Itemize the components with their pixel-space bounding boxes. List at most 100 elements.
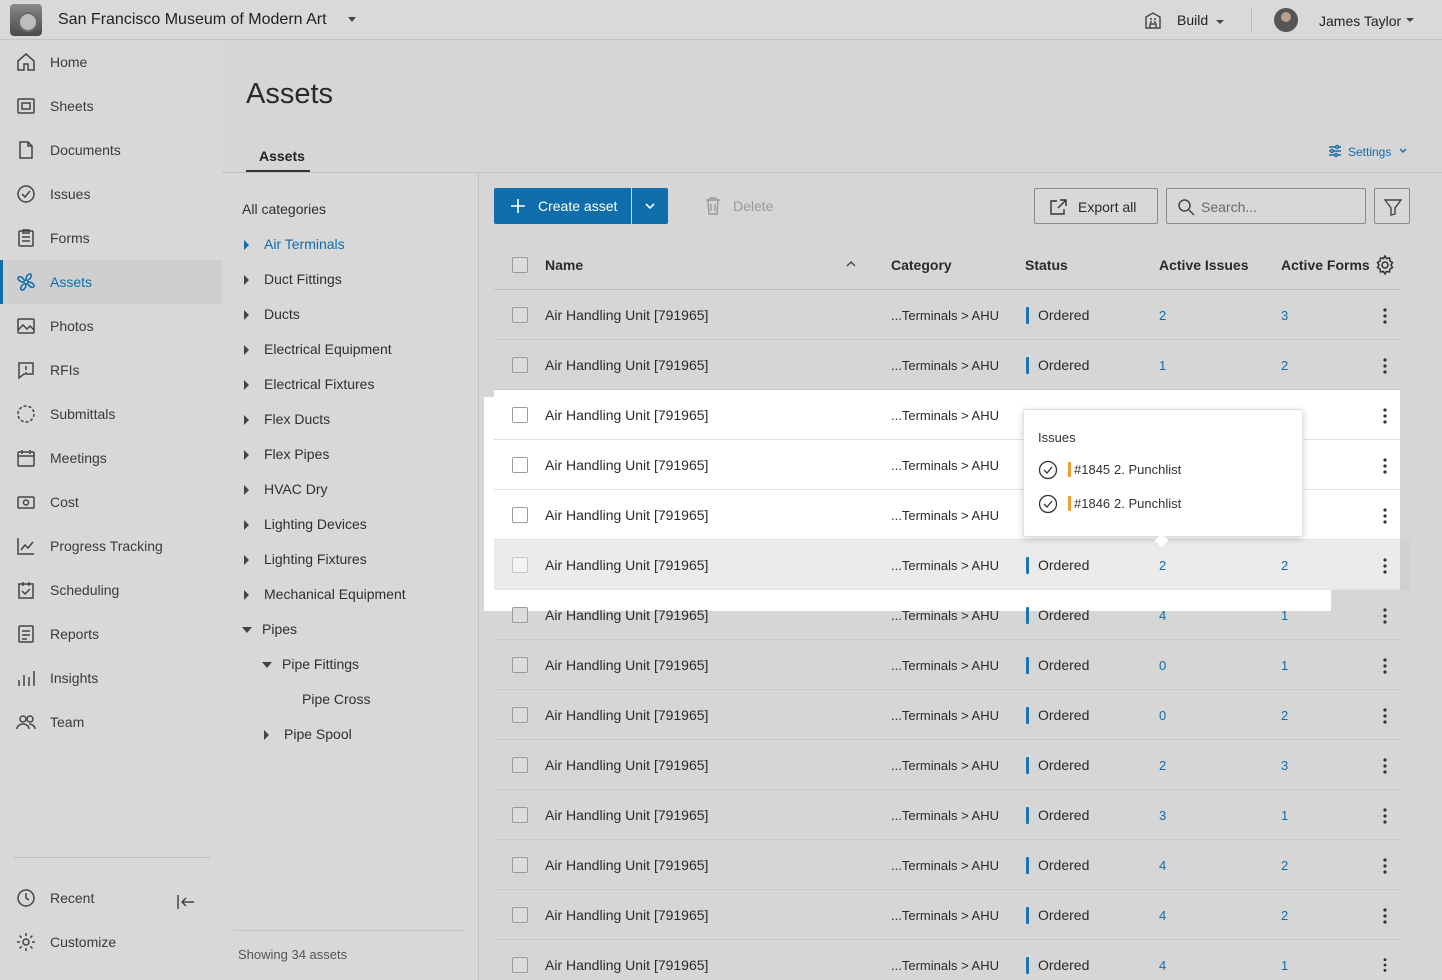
sidebar-item-scheduling[interactable]: Scheduling: [0, 568, 222, 612]
asset-name[interactable]: Air Handling Unit [791965]: [545, 707, 708, 723]
column-settings-gear-icon[interactable]: [1374, 254, 1396, 276]
table-row[interactable]: Air Handling Unit [791965] ...Terminals …: [494, 940, 1400, 980]
row-checkbox[interactable]: [512, 707, 528, 723]
asset-name[interactable]: Air Handling Unit [791965]: [545, 507, 708, 523]
more-vertical-icon[interactable]: [1380, 407, 1390, 425]
table-row[interactable]: Air Handling Unit [791965] ...Terminals …: [494, 790, 1400, 840]
sidebar-item-sheets[interactable]: Sheets: [0, 84, 222, 128]
table-row[interactable]: Air Handling Unit [791965] ...Terminals …: [494, 840, 1400, 890]
more-vertical-icon[interactable]: [1380, 657, 1390, 675]
asset-name[interactable]: Air Handling Unit [791965]: [545, 607, 708, 623]
asset-name[interactable]: Air Handling Unit [791965]: [545, 307, 708, 323]
table-row[interactable]: Air Handling Unit [791965] ...Terminals …: [494, 540, 1400, 590]
column-header-status[interactable]: Status: [1025, 257, 1068, 273]
row-checkbox[interactable]: [512, 907, 528, 923]
sidebar-item-photos[interactable]: Photos: [0, 304, 222, 348]
row-checkbox[interactable]: [512, 457, 528, 473]
active-forms-link[interactable]: 1: [1281, 958, 1288, 973]
search-field[interactable]: [1166, 188, 1366, 224]
asset-name[interactable]: Air Handling Unit [791965]: [545, 907, 708, 923]
more-vertical-icon[interactable]: [1380, 957, 1390, 973]
more-vertical-icon[interactable]: [1380, 857, 1390, 875]
sort-ascending-icon[interactable]: [846, 260, 856, 268]
row-checkbox[interactable]: [512, 657, 528, 673]
export-all-button[interactable]: Export all: [1034, 188, 1158, 224]
active-forms-link[interactable]: 1: [1281, 658, 1288, 673]
sidebar-item-customize[interactable]: Customize: [0, 920, 222, 964]
more-vertical-icon[interactable]: [1380, 707, 1390, 725]
more-vertical-icon[interactable]: [1380, 607, 1390, 625]
more-vertical-icon[interactable]: [1380, 507, 1390, 525]
chevron-down-icon[interactable]: [1406, 18, 1414, 22]
active-forms-link[interactable]: 3: [1281, 758, 1288, 773]
row-checkbox[interactable]: [512, 807, 528, 823]
create-asset-button[interactable]: Create asset: [494, 188, 631, 224]
sidebar-item-documents[interactable]: Documents: [0, 128, 222, 172]
asset-name[interactable]: Air Handling Unit [791965]: [545, 957, 708, 973]
popover-issue-item[interactable]: #1846 2. Punchlist: [1038, 494, 1288, 514]
sidebar-item-team[interactable]: Team: [0, 700, 222, 744]
row-checkbox[interactable]: [512, 307, 528, 323]
active-forms-link[interactable]: 2: [1281, 708, 1288, 723]
active-issues-link[interactable]: 4: [1159, 858, 1166, 873]
asset-name[interactable]: Air Handling Unit [791965]: [545, 457, 708, 473]
sidebar-item-issues[interactable]: Issues: [0, 172, 222, 216]
more-vertical-icon[interactable]: [1380, 457, 1390, 475]
active-forms-link[interactable]: 1: [1281, 808, 1288, 823]
create-asset-dropdown[interactable]: [632, 188, 668, 224]
active-issues-link[interactable]: 4: [1159, 908, 1166, 923]
project-name[interactable]: San Francisco Museum of Modern Art: [58, 11, 327, 29]
active-issues-link[interactable]: 0: [1159, 708, 1166, 723]
chevron-down-icon[interactable]: [348, 17, 356, 22]
column-header-category[interactable]: Category: [891, 257, 952, 273]
table-row[interactable]: Air Handling Unit [791965] ...Terminals …: [494, 890, 1400, 940]
asset-name[interactable]: Air Handling Unit [791965]: [545, 557, 708, 573]
collapse-sidebar-icon[interactable]: [176, 893, 196, 911]
row-checkbox[interactable]: [512, 507, 528, 523]
active-issues-link[interactable]: 2: [1159, 308, 1166, 323]
popover-issue-item[interactable]: #1845 2. Punchlist: [1038, 460, 1288, 480]
sidebar-item-meetings[interactable]: Meetings: [0, 436, 222, 480]
sidebar-item-progress-tracking[interactable]: Progress Tracking: [0, 524, 222, 568]
active-forms-link[interactable]: 2: [1281, 858, 1288, 873]
active-issues-link[interactable]: 0: [1159, 658, 1166, 673]
select-all-checkbox[interactable]: [512, 257, 528, 273]
active-forms-link[interactable]: 2: [1281, 358, 1288, 373]
more-vertical-icon[interactable]: [1380, 557, 1390, 575]
asset-name[interactable]: Air Handling Unit [791965]: [545, 757, 708, 773]
tab-assets[interactable]: Assets: [246, 140, 310, 172]
asset-name[interactable]: Air Handling Unit [791965]: [545, 407, 708, 423]
row-checkbox[interactable]: [512, 957, 528, 973]
active-issues-link[interactable]: 2: [1159, 558, 1166, 573]
table-row[interactable]: Air Handling Unit [791965] ...Terminals …: [494, 590, 1400, 640]
active-issues-link[interactable]: 3: [1159, 808, 1166, 823]
building-icon[interactable]: [1143, 10, 1163, 30]
asset-name[interactable]: Air Handling Unit [791965]: [545, 657, 708, 673]
table-row[interactable]: Air Handling Unit [791965] ...Terminals …: [494, 740, 1400, 790]
asset-name[interactable]: Air Handling Unit [791965]: [545, 807, 708, 823]
asset-name[interactable]: Air Handling Unit [791965]: [545, 357, 708, 373]
row-checkbox[interactable]: [512, 607, 528, 623]
sidebar-item-submittals[interactable]: Submittals: [0, 392, 222, 436]
row-checkbox[interactable]: [512, 557, 528, 573]
module-switcher[interactable]: Build: [1177, 12, 1208, 28]
column-header-active-forms[interactable]: Active Forms: [1281, 257, 1370, 273]
active-forms-link[interactable]: 2: [1281, 558, 1288, 573]
active-forms-link[interactable]: 1: [1281, 608, 1288, 623]
more-vertical-icon[interactable]: [1380, 307, 1390, 325]
sidebar-item-forms[interactable]: Forms: [0, 216, 222, 260]
row-checkbox[interactable]: [512, 407, 528, 423]
active-issues-link[interactable]: 4: [1159, 608, 1166, 623]
more-vertical-icon[interactable]: [1380, 807, 1390, 825]
active-issues-link[interactable]: 4: [1159, 958, 1166, 973]
sidebar-item-rfis[interactable]: RFIs: [0, 348, 222, 392]
sidebar-item-assets[interactable]: Assets: [0, 260, 222, 304]
sidebar-item-cost[interactable]: Cost: [0, 480, 222, 524]
active-forms-link[interactable]: 2: [1281, 908, 1288, 923]
row-checkbox[interactable]: [512, 857, 528, 873]
filter-button[interactable]: [1374, 188, 1410, 224]
asset-name[interactable]: Air Handling Unit [791965]: [545, 857, 708, 873]
avatar[interactable]: [1274, 8, 1298, 32]
active-issues-link[interactable]: 1: [1159, 358, 1166, 373]
table-row[interactable]: Air Handling Unit [791965] ...Terminals …: [494, 690, 1400, 740]
